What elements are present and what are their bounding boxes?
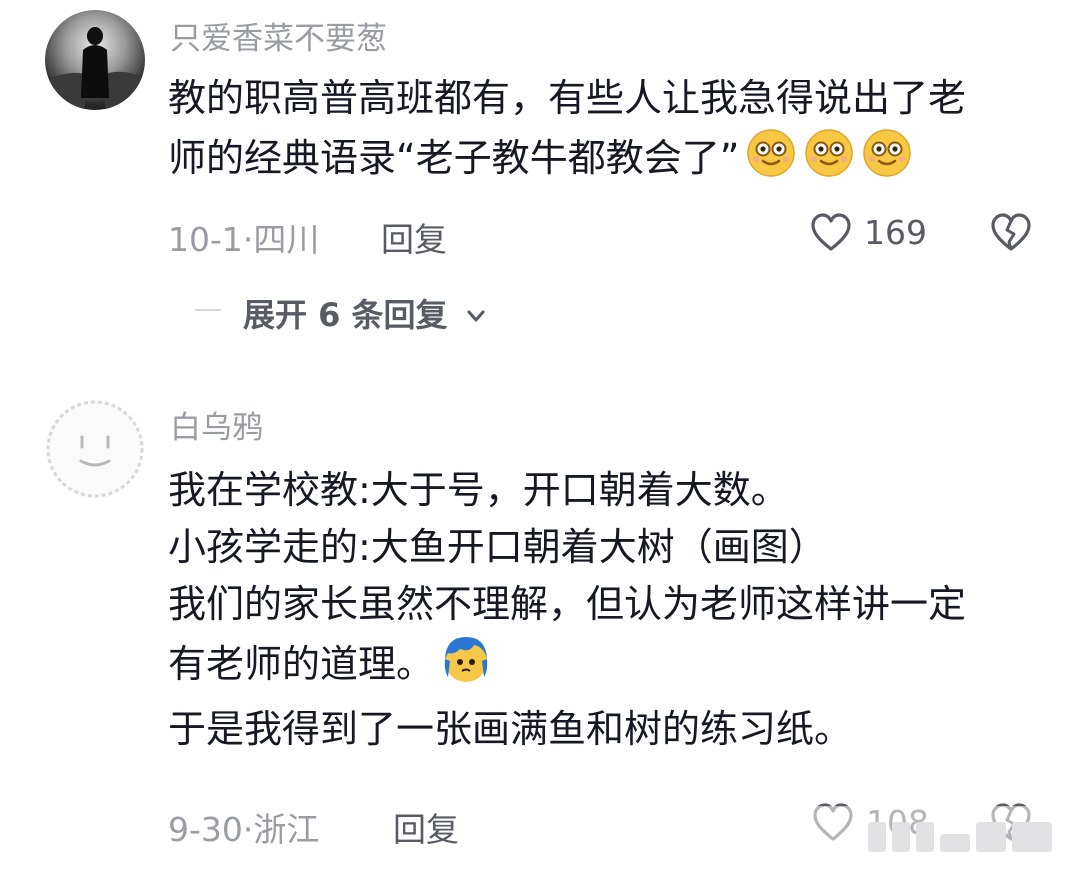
comment-location: 浙江 bbox=[253, 810, 320, 849]
broken-heart-icon bbox=[991, 213, 1031, 251]
comment-date: 10-1 bbox=[168, 220, 243, 259]
smiling-face-emoji bbox=[803, 127, 855, 195]
avatar-photo bbox=[45, 10, 145, 110]
expand-replies-text: 展开 6 条回复 bbox=[243, 296, 448, 334]
expand-replies-label: 展开 6 条回复 bbox=[243, 290, 489, 336]
comment-line: 我们的家长虽然不理解，但认为老师这样讲一定 bbox=[168, 582, 967, 626]
comment-line: 有老师的道理。 bbox=[168, 633, 1038, 701]
comment-meta: 9-30·浙江 bbox=[168, 803, 319, 851]
comment-line: 小孩学走的:大鱼开口朝着大树（画图） bbox=[168, 525, 827, 569]
watermark-overlay bbox=[808, 806, 1078, 866]
avatar-default bbox=[46, 400, 144, 498]
watermark-logo bbox=[808, 806, 1078, 866]
expand-divider bbox=[195, 309, 221, 311]
comment-username[interactable]: 只爱香菜不要葱 bbox=[170, 13, 387, 58]
meta-separator: · bbox=[242, 810, 254, 849]
comment-line: 师的经典语录“老子教牛都教会了” bbox=[168, 127, 1038, 195]
meta-separator: · bbox=[242, 220, 254, 259]
comment-2: 白乌鸦 我在学校教:大于号，开口朝着大数。 小孩学走的:大鱼开口朝着大树（画图）… bbox=[0, 380, 1080, 873]
heart-outline-icon bbox=[811, 213, 851, 251]
smiling-face-emoji bbox=[861, 127, 913, 195]
smiling-face-emoji bbox=[745, 127, 797, 195]
comment-line: 于是我得到了一张画满鱼和树的练习纸。 bbox=[168, 707, 853, 751]
reply-button[interactable]: 回复 bbox=[381, 213, 447, 261]
like-count: 169 bbox=[864, 213, 927, 252]
comment-text: 我在学校教:大于号，开口朝着大数。 小孩学走的:大鱼开口朝着大树（画图） 我们的… bbox=[168, 462, 1038, 758]
comment-line-text: 师的经典语录“老子教牛都教会了” bbox=[168, 136, 740, 180]
comment-line: 我在学校教:大于号，开口朝着大数。 bbox=[168, 468, 789, 512]
avatar[interactable] bbox=[45, 399, 145, 499]
comment-location: 四川 bbox=[253, 220, 320, 259]
reply-button[interactable]: 回复 bbox=[393, 803, 459, 851]
comment-username[interactable]: 白乌鸦 bbox=[170, 402, 263, 447]
like-button[interactable]: 169 bbox=[808, 210, 938, 256]
chevron-down-icon bbox=[467, 310, 485, 322]
comment-line: 教的职高普高班都有，有些人让我急得说出了老 bbox=[168, 76, 967, 120]
comment-date: 9-30 bbox=[168, 810, 243, 849]
avatar[interactable] bbox=[45, 10, 145, 110]
dislike-button[interactable] bbox=[988, 210, 1034, 256]
comment-line-text: 有老师的道理。 bbox=[168, 642, 435, 686]
blue-hair-face-emoji bbox=[440, 633, 492, 701]
comment-1: 只爱香菜不要葱 教的职高普高班都有，有些人让我急得说出了老 师的经典语录“老子教… bbox=[0, 0, 1080, 380]
comment-meta: 10-1·四川 bbox=[168, 213, 319, 261]
comment-text: 教的职高普高班都有，有些人让我急得说出了老 师的经典语录“老子教牛都教会了” bbox=[168, 70, 1038, 195]
